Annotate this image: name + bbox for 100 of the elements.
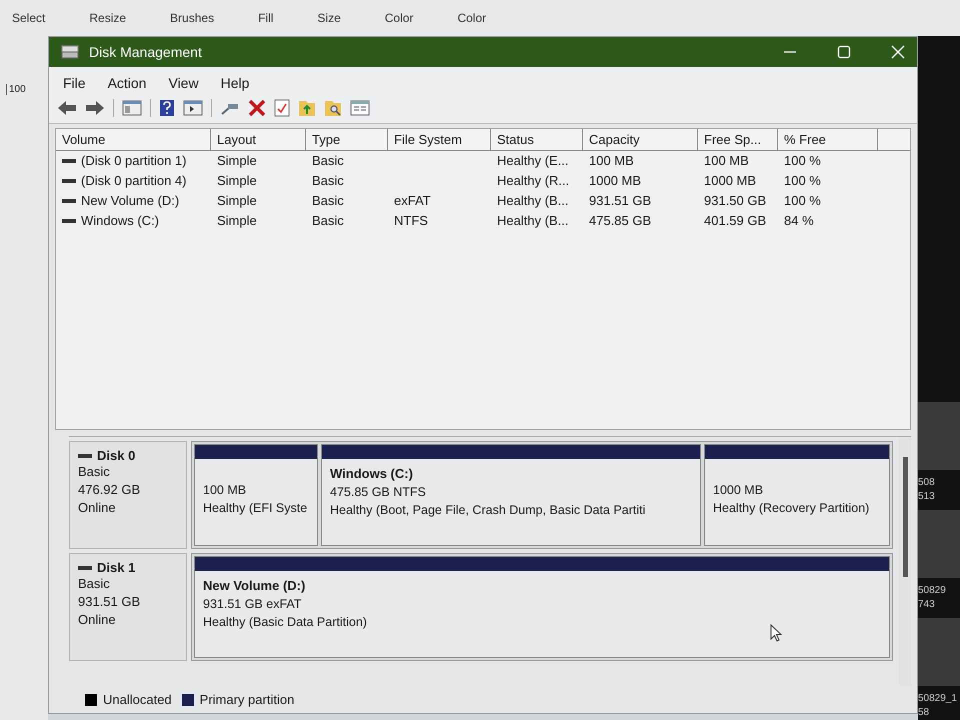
mouse-pointer-icon <box>770 624 782 642</box>
volume-icon <box>62 219 76 223</box>
delete-icon[interactable] <box>248 99 266 117</box>
table-cell-text: Basic <box>311 192 345 210</box>
disk-info: Basic <box>78 575 111 593</box>
table-cell-text: Healthy (B... <box>496 212 570 230</box>
partition-title: Windows (C:) <box>330 465 413 483</box>
column-header[interactable]: Capacity <box>583 129 698 151</box>
partition-size: 100 MB <box>203 482 246 499</box>
menu-item[interactable]: Help <box>220 75 250 91</box>
thumbnail-caption[interactable]: 508 513 <box>918 476 960 504</box>
disk-name: Disk 1 <box>97 560 136 575</box>
partition-block[interactable]: Windows (C:) 475.85 GB NTFS Healthy (Boot, Page File, Crash Dump, Basic Data Partiti <box>321 444 701 546</box>
ribbon-label[interactable]: Color <box>384 11 414 25</box>
ribbon-label[interactable]: Size <box>317 11 341 25</box>
table-cell-text: 1000 MB <box>588 172 642 190</box>
table-cell-text: Simple <box>216 152 258 170</box>
table-cell-text: Healthy (R... <box>496 172 570 190</box>
partition-title: New Volume (D:) <box>203 577 306 595</box>
disk-info: 931.51 GB <box>78 593 142 611</box>
partition-status: Healthy (Recovery Partition) <box>713 500 870 517</box>
column-header[interactable]: % Free <box>778 129 878 151</box>
column-header[interactable]: Layout <box>211 129 306 151</box>
table-cell-text: 1000 MB <box>703 172 758 190</box>
volume-name: Windows (C:) <box>81 212 160 230</box>
menu-item[interactable]: Action <box>108 75 146 91</box>
properties-icon[interactable] <box>350 100 370 116</box>
window-title: Disk Management <box>89 44 202 60</box>
partition-status: Healthy (Basic Data Partition) <box>203 614 367 631</box>
action-pane-icon[interactable] <box>183 100 203 116</box>
disk-info: 476.92 GB <box>78 481 142 499</box>
legend-label: Unallocated <box>103 692 172 707</box>
menu-item[interactable]: File <box>63 75 86 91</box>
checklist-icon[interactable] <box>274 99 290 117</box>
table-cell-text: 84 % <box>783 212 815 230</box>
ribbon-label[interactable]: Resize <box>89 11 126 25</box>
partition-size: 475.85 GB NTFS <box>330 484 426 501</box>
table-cell-text: 100 MB <box>703 152 750 170</box>
partition-size: 931.51 GB exFAT <box>203 596 302 613</box>
ribbon-label[interactable]: Select <box>12 11 46 25</box>
table-cell-text: 475.85 GB <box>588 212 652 230</box>
column-header[interactable] <box>878 129 910 151</box>
folder-search-icon[interactable] <box>324 99 342 117</box>
table-cell-text: Healthy (E... <box>496 152 570 170</box>
scrollbar-thumb[interactable] <box>902 457 908 577</box>
volume-name: New Volume (D:) <box>81 192 180 210</box>
table-cell-text: exFAT <box>393 192 432 210</box>
table-cell-text: Simple <box>216 192 258 210</box>
table-cell-text: 100 MB <box>588 152 635 170</box>
column-header[interactable]: Volume <box>56 129 211 151</box>
table-cell-text: Basic <box>311 152 345 170</box>
ribbon-label[interactable]: Brushes <box>170 11 214 25</box>
volume-icon <box>62 199 76 203</box>
table-cell-text: NTFS <box>393 212 429 230</box>
volume-name: (Disk 0 partition 4) <box>81 172 186 190</box>
disk-info: Online <box>78 499 117 517</box>
column-header[interactable]: Free Sp... <box>698 129 778 151</box>
volume-icon <box>62 159 76 163</box>
partition-status: Healthy (Boot, Page File, Crash Dump, Basic Data Partiti <box>330 502 646 519</box>
disk-label-panel[interactable]: Disk 1 Basic 931.51 GB Online <box>69 553 187 661</box>
scrollbar[interactable] <box>899 437 911 686</box>
partition-block[interactable]: New Volume (D:) 931.51 GB exFAT Healthy (Basic Data Partition) <box>194 556 890 658</box>
table-cell-text: 100 % <box>783 192 822 210</box>
thumbnail-caption[interactable]: 50829 743 <box>918 584 960 612</box>
column-header[interactable]: Type <box>306 129 388 151</box>
partition-status: Healthy (EFI Syste <box>203 500 308 517</box>
legend-label: Primary partition <box>200 692 294 707</box>
column-header[interactable]: Status <box>491 129 583 151</box>
folder-up-icon[interactable] <box>298 99 316 117</box>
maximize-icon[interactable] <box>837 45 851 59</box>
volume-icon <box>62 179 76 183</box>
console-tree-icon[interactable] <box>122 100 142 116</box>
table-cell-text: 401.59 GB <box>703 212 768 230</box>
thumbnail-caption[interactable]: 50829_1 58 <box>918 692 960 720</box>
partition-block[interactable]: 1000 MB Healthy (Recovery Partition) <box>704 444 890 546</box>
disk-info: Online <box>78 611 117 629</box>
table-cell-text: 931.50 GB <box>703 192 768 210</box>
table-cell-text: Healthy (B... <box>496 192 570 210</box>
disk-name: Disk 0 <box>97 448 136 463</box>
disk-label-panel[interactable]: Disk 0 Basic 476.92 GB Online <box>69 441 187 549</box>
table-cell-text: 100 % <box>783 172 822 190</box>
table-cell-text: Basic <box>311 212 345 230</box>
forward-arrow-icon[interactable] <box>85 100 105 116</box>
ribbon-label[interactable]: Color <box>457 11 486 25</box>
close-icon[interactable] <box>891 45 905 59</box>
back-arrow-icon[interactable] <box>57 100 77 116</box>
table-cell-text: 100 % <box>783 152 822 170</box>
partition-size: 1000 MB <box>713 482 764 499</box>
partition-block[interactable]: 100 MB Healthy (EFI Syste <box>194 444 318 546</box>
disk-info: Basic <box>78 463 111 481</box>
ribbon-label[interactable]: Fill <box>258 11 274 25</box>
table-cell-text: Simple <box>216 212 258 230</box>
help-icon[interactable] <box>159 99 175 117</box>
table-cell-text: Simple <box>216 172 258 190</box>
disk-drive-icon <box>61 44 79 60</box>
table-cell-text: 931.51 GB <box>588 192 652 210</box>
menu-item[interactable]: View <box>168 75 199 91</box>
ruler-number: 100 <box>6 84 26 95</box>
table-cell-text: Basic <box>311 172 345 190</box>
column-header[interactable]: File System <box>388 129 491 151</box>
